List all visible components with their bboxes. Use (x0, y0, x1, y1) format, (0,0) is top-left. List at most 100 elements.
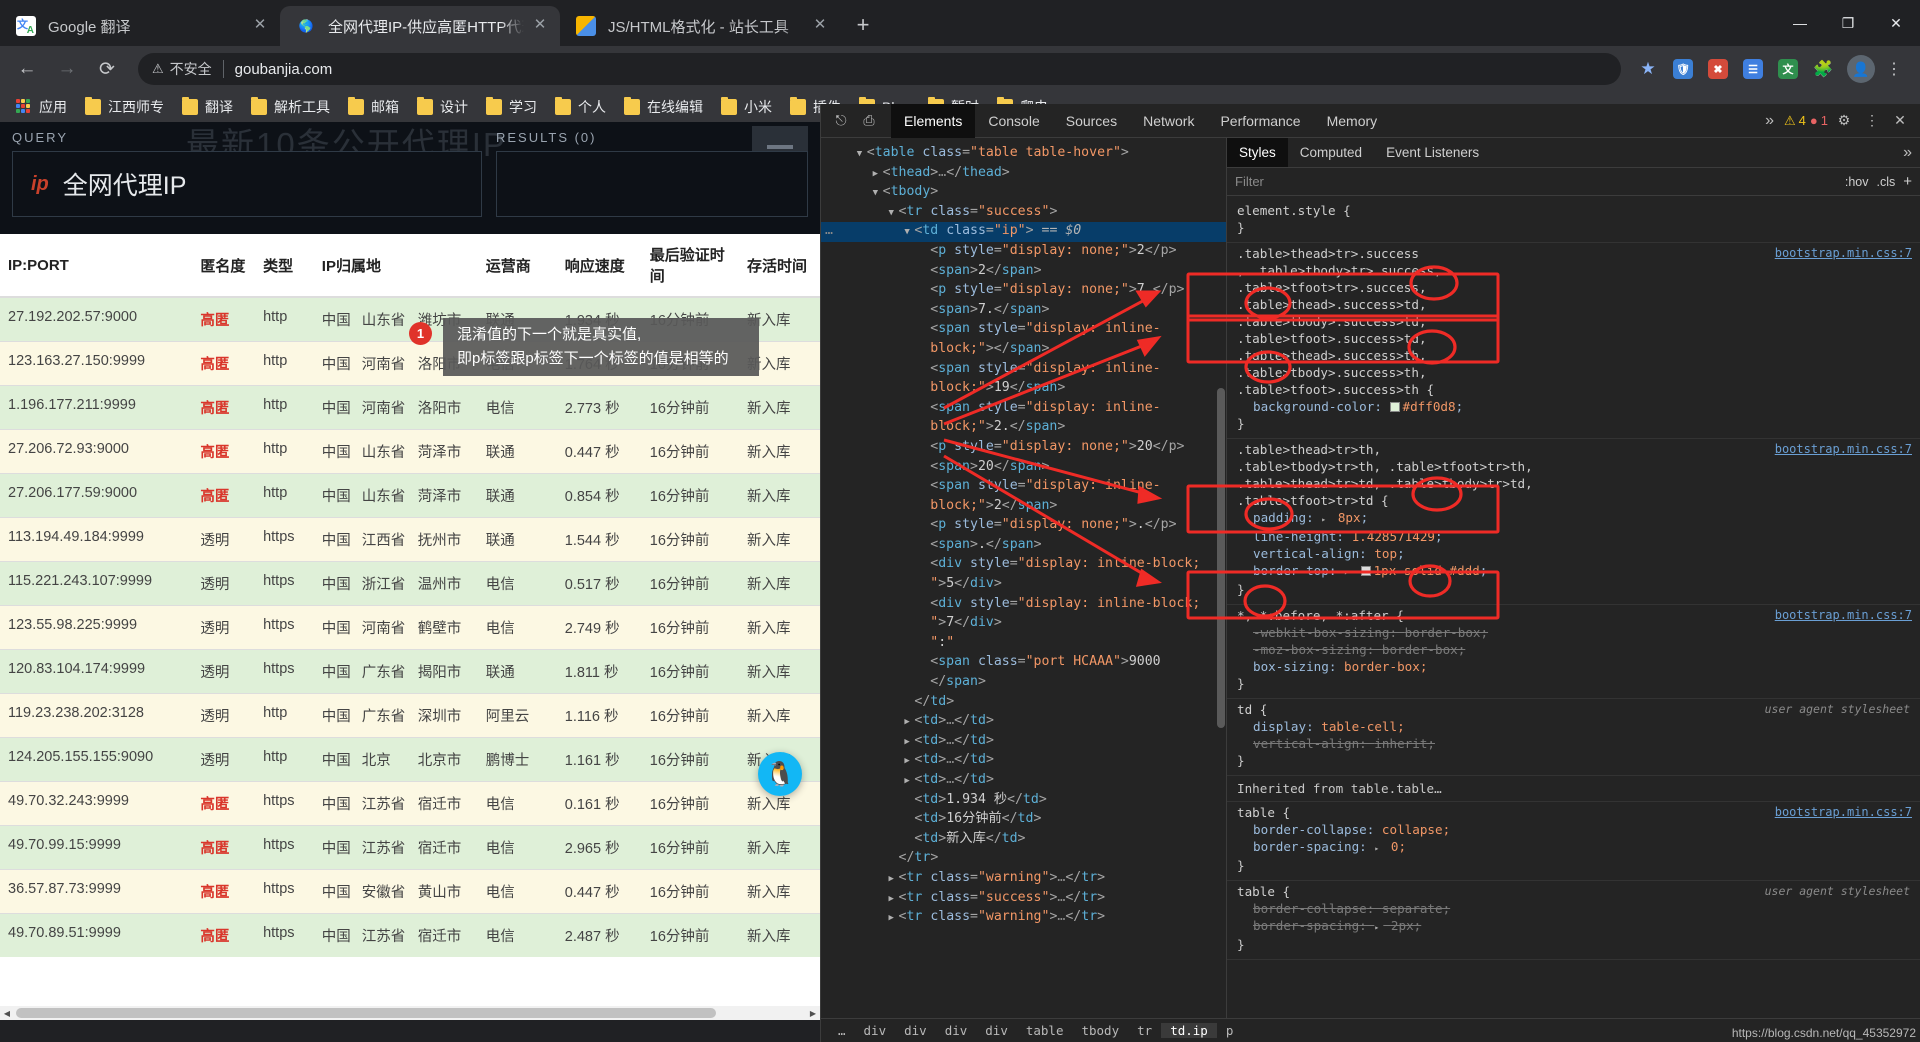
css-declaration[interactable]: border-spacing: ▸ 0; (1237, 838, 1910, 857)
table-row[interactable]: 49.70.89.51:9999 高匿 https 中国 江苏省 宿迁市 电信 2.487 秒… (0, 913, 820, 957)
css-declaration[interactable]: border-spacing: ▸ 2px; (1237, 917, 1910, 936)
breadcrumb-item-5[interactable]: table (1017, 1023, 1073, 1038)
dom-node-line[interactable]: <td>新入库</td> (821, 830, 1226, 850)
dom-node-line[interactable]: <span>7.</span> (821, 301, 1226, 321)
qq-chat-button[interactable]: 🐧 (758, 752, 802, 796)
css-declaration[interactable]: line-height: 1.428571429; (1237, 528, 1910, 545)
dom-node-line[interactable]: <div style="display: inline-block; (821, 595, 1226, 615)
scrollbar-thumb[interactable] (16, 1008, 716, 1018)
dom-node-line[interactable]: ▼ <tr class="success"> (821, 203, 1226, 223)
scroll-left-icon[interactable]: ◀ (0, 1006, 14, 1020)
dom-scrollbar[interactable] (1216, 138, 1226, 1018)
table-row[interactable]: 27.206.177.59:9000 高匿 http 中国 山东省 菏泽市 联通 0.854 … (0, 473, 820, 518)
devtools-tab-sources[interactable]: Sources (1053, 104, 1130, 138)
bookmark-item-2[interactable]: 翻译 (174, 94, 241, 120)
dom-node-line[interactable]: ▶ <tr class="success">…</tr> (821, 889, 1226, 909)
breadcrumb-item-7[interactable]: tr (1128, 1023, 1161, 1038)
styles-tab-computed[interactable]: Computed (1288, 138, 1374, 167)
shield-icon[interactable]: 🛡 (1667, 53, 1699, 85)
expand-triangle-icon[interactable]: ▶ (873, 166, 883, 184)
stylesheet-link[interactable]: bootstrap.min.css:7 (1775, 245, 1912, 262)
css-declaration[interactable]: box-sizing: border-box; (1237, 658, 1910, 675)
browser-tab-2[interactable]: JS/HTML格式化 - 站长工具 ✕ (560, 6, 840, 46)
dom-node-line[interactable]: block;">2.</span> (821, 418, 1226, 438)
dom-node-line[interactable]: <p style="display: none;">7.</p> (821, 281, 1226, 301)
expand-triangle-icon[interactable]: ▶ (904, 773, 914, 791)
dom-node-line[interactable]: ▶ <td>…</td> (821, 751, 1226, 771)
expand-triangle-icon[interactable]: ▶ (904, 714, 914, 732)
dom-node-line[interactable]: block;"></span> (821, 340, 1226, 360)
dom-node-line[interactable]: <span style="display: inline- (821, 360, 1226, 380)
device-toolbar-icon[interactable]: ⎙ (855, 107, 883, 135)
avatar[interactable]: 👤 (1847, 55, 1875, 83)
close-icon[interactable]: ✕ (530, 16, 550, 36)
dom-node-line[interactable]: <span style="display: inline- (821, 477, 1226, 497)
css-rule[interactable]: user agent stylesheet td {display: table-… (1227, 699, 1920, 776)
devtools-tab-network[interactable]: Network (1130, 104, 1207, 138)
expand-triangle-icon[interactable]: ▸ (1374, 840, 1383, 857)
dom-node-line[interactable]: ▶ <td>…</td> (821, 732, 1226, 752)
css-declaration[interactable]: border-collapse: collapse; (1237, 821, 1910, 838)
dom-node-line[interactable]: <td>1.934 秒</td> (821, 791, 1226, 811)
collapse-triangle-icon[interactable]: ▼ (889, 205, 899, 223)
dom-node-line[interactable]: <span>20</span> (821, 458, 1226, 478)
dom-node-line[interactable]: … ▼ <td class="ip"> == $0 (821, 222, 1226, 242)
query-input[interactable]: ip 全网代理IP (12, 151, 482, 217)
browser-tab-0[interactable]: Google 翻译 ✕ (0, 6, 280, 46)
dom-node-line[interactable]: </span> (821, 673, 1226, 693)
expand-triangle-icon[interactable]: ▶ (889, 891, 899, 909)
styles-tab-event-listeners[interactable]: Event Listeners (1374, 138, 1491, 167)
styles-more-chevron[interactable]: » (1895, 138, 1920, 167)
expand-triangle-icon[interactable]: ▸ (1374, 919, 1383, 936)
browser-tab-1[interactable]: 🌎 全网代理IP-供应高匿HTTP代理IP ✕ (280, 6, 560, 46)
dom-node-line[interactable]: ▼ <tbody> (821, 183, 1226, 203)
breadcrumb-item-8[interactable]: td.ip (1161, 1023, 1217, 1038)
forward-button[interactable]: → (50, 52, 84, 86)
table-row[interactable]: 120.83.104.174:9999 透明 https 中国 广东省 揭阳市 联通 1.81… (0, 649, 820, 694)
translate-icon[interactable]: 文 (1772, 53, 1804, 85)
dom-node-line[interactable]: </tr> (821, 849, 1226, 869)
dom-node-line[interactable]: block;">2</span> (821, 497, 1226, 517)
close-window-button[interactable]: ✕ (1872, 1, 1920, 45)
maximize-button[interactable]: ❐ (1824, 1, 1872, 45)
bookmark-item-6[interactable]: 学习 (478, 94, 545, 120)
expand-triangle-icon[interactable]: ▶ (889, 871, 899, 889)
dom-node-line[interactable]: <p style="display: none;">2</p> (821, 242, 1226, 262)
styles-tab-styles[interactable]: Styles (1227, 138, 1288, 167)
expand-triangle-icon[interactable]: ▶ (889, 910, 899, 928)
bookmark-item-5[interactable]: 设计 (409, 94, 476, 120)
dom-node-line[interactable]: <span>.</span> (821, 536, 1226, 556)
devtools-tab-performance[interactable]: Performance (1207, 104, 1313, 138)
css-rule[interactable]: user agent stylesheet table {border-colla… (1227, 881, 1920, 960)
breadcrumb-item-0[interactable]: … (829, 1023, 855, 1038)
table-row[interactable]: 113.194.49.184:9999 透明 https 中国 江西省 抚州市 联通 1.54… (0, 517, 820, 562)
stylesheet-link[interactable]: bootstrap.min.css:7 (1775, 441, 1912, 458)
bookmark-item-4[interactable]: 邮箱 (340, 94, 407, 120)
dom-node-line[interactable]: <div style="display: inline-block; (821, 555, 1226, 575)
devtools-tab-console[interactable]: Console (975, 104, 1052, 138)
breadcrumb-item-1[interactable]: div (855, 1023, 896, 1038)
address-bar[interactable]: ⚠ 不安全 goubanjia.com (138, 53, 1621, 85)
dom-node-line[interactable]: ▶ <td>…</td> (821, 771, 1226, 791)
close-icon[interactable]: ✕ (250, 16, 270, 36)
table-row[interactable]: 115.221.243.107:9999 透明 https 中国 浙江省 温州市 电信 0.5… (0, 561, 820, 606)
table-row[interactable]: 49.70.99.15:9999 高匿 https 中国 江苏省 宿迁市 电信 2.965 秒… (0, 825, 820, 870)
minimize-button[interactable]: — (1776, 1, 1824, 45)
scrollbar-thumb[interactable] (1217, 388, 1225, 728)
back-button[interactable]: ← (10, 52, 44, 86)
css-declaration[interactable]: border-top: ▸ 1px solid #ddd; (1237, 562, 1910, 581)
more-vertical-icon[interactable]: ⋮ (1860, 109, 1884, 133)
devtools-tab-elements[interactable]: Elements (891, 103, 976, 138)
css-declaration[interactable]: padding: ▸ 8px; (1237, 509, 1910, 528)
dom-node-line[interactable]: block;">19</span> (821, 379, 1226, 399)
dom-node-line[interactable]: ":" (821, 634, 1226, 654)
dom-node-line[interactable]: <td>16分钟前</td> (821, 810, 1226, 830)
dom-node-line[interactable]: ▼ <table class="table table-hover"> (821, 144, 1226, 164)
table-row[interactable]: 1.196.177.211:9999 高匿 http 中国 河南省 洛阳市 电信 2.773 … (0, 385, 820, 430)
expand-triangle-icon[interactable]: ▶ (904, 753, 914, 771)
stylesheet-link[interactable]: bootstrap.min.css:7 (1775, 607, 1912, 624)
dom-node-line[interactable]: ">7</div> (821, 614, 1226, 634)
inspect-element-icon[interactable]: ⎋ (827, 107, 855, 135)
dom-node-line[interactable]: ▶ <thead>…</thead> (821, 164, 1226, 184)
dom-tree-pane[interactable]: ▼ <table class="table table-hover"> ▶ <the… (821, 138, 1226, 1018)
